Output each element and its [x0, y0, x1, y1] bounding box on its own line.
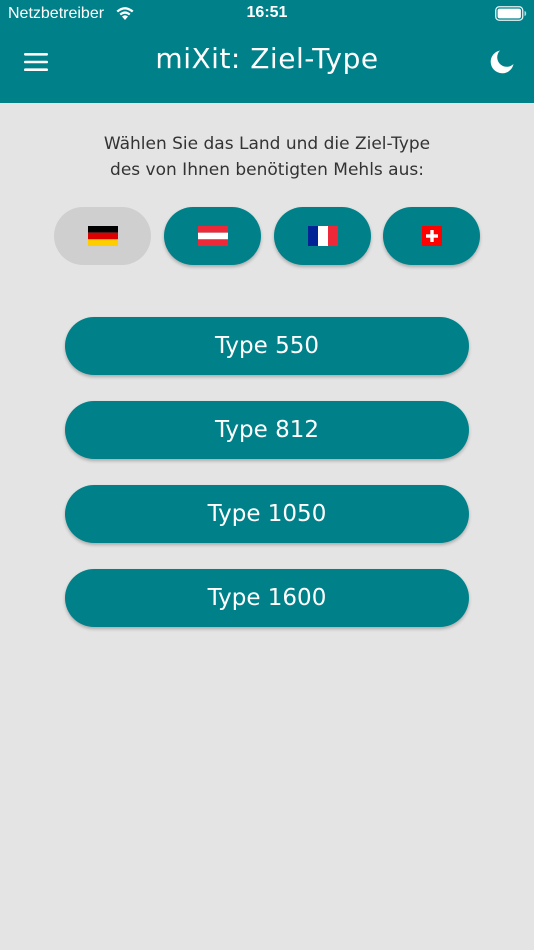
country-button-switzerland[interactable] — [383, 207, 480, 265]
type-1050-button[interactable]: Type 1050 — [65, 485, 469, 543]
france-flag-icon — [308, 226, 338, 246]
type-550-button[interactable]: Type 550 — [65, 317, 469, 375]
battery-icon — [495, 6, 527, 21]
switzerland-flag-icon — [422, 226, 442, 246]
instruction-text: Wählen Sie das Land und die Ziel-Type de… — [0, 131, 534, 183]
country-selector — [0, 207, 534, 265]
status-time: 16:51 — [246, 4, 288, 21]
instruction-line-1: Wählen Sie das Land und die Ziel-Type — [103, 134, 431, 154]
type-1600-button[interactable]: Type 1600 — [65, 569, 469, 627]
country-button-france[interactable] — [274, 207, 371, 265]
germany-flag-icon — [88, 226, 118, 246]
app-screen: Netzbetreiber 16:51 miXit: Ziel-Type Wäh… — [0, 0, 534, 950]
page-title: miXit: Ziel-Type — [155, 42, 379, 75]
country-button-germany[interactable] — [54, 207, 151, 265]
austria-flag-icon — [198, 226, 228, 246]
instruction-line-2: des von Ihnen benötigten Mehls aus: — [110, 160, 424, 180]
app-header: Netzbetreiber 16:51 miXit: Ziel-Type — [0, 0, 534, 103]
moon-icon[interactable] — [489, 49, 515, 75]
type-812-button[interactable]: Type 812 — [65, 401, 469, 459]
country-button-austria[interactable] — [164, 207, 261, 265]
status-bar: Netzbetreiber 16:51 — [0, 0, 534, 28]
